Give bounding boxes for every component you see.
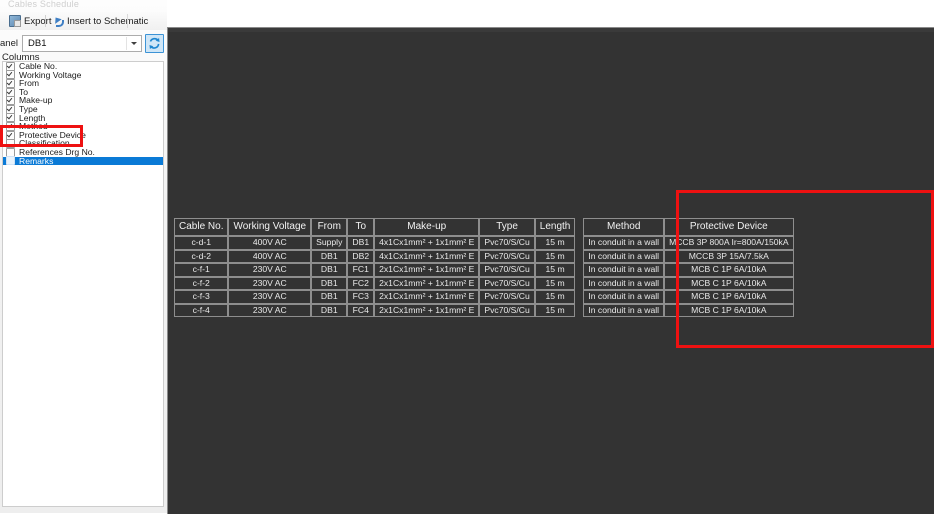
panel-selector-row: anel DB1: [0, 34, 167, 53]
table-cell: 230V AC: [228, 290, 312, 304]
table-gap-cell: [575, 250, 583, 264]
table-gap-column: [575, 218, 583, 236]
table-cell: 4x1Cx1mm² + 1x1mm² E: [374, 236, 480, 250]
table-cell: c-f-2: [174, 276, 229, 290]
chevron-down-icon[interactable]: [126, 37, 141, 50]
table-cell: FC3: [347, 290, 375, 304]
table-cell: Pvc70/S/Cu: [479, 303, 535, 317]
table-cell: 4x1Cx1mm² + 1x1mm² E: [374, 249, 480, 263]
toolbar: Export Insert to Schematic: [0, 12, 167, 30]
window-title: Cables Schedule: [8, 0, 80, 9]
table-cell: Pvc70/S/Cu: [479, 290, 535, 304]
table-cell: 230V AC: [228, 263, 312, 277]
table-cell: 15 m: [534, 236, 576, 250]
table-column-header: Type: [479, 218, 535, 236]
refresh-button[interactable]: [145, 34, 164, 53]
table-column-header: Length: [534, 218, 576, 236]
table-cell: 2x1Cx1mm² + 1x1mm² E: [374, 303, 480, 317]
table-cell: In conduit in a wall: [583, 263, 665, 277]
table-cell: c-f-1: [174, 263, 229, 277]
table-cell: 15 m: [534, 249, 576, 263]
export-icon: [9, 15, 21, 27]
table-cell: FC2: [347, 276, 375, 290]
table-cell: Supply: [311, 236, 348, 250]
table-cell: DB1: [311, 249, 348, 263]
column-checkbox[interactable]: [6, 156, 15, 166]
table-cell: c-d-2: [174, 249, 229, 263]
table-cell: DB1: [311, 303, 348, 317]
table-cell: 2x1Cx1mm² + 1x1mm² E: [374, 290, 480, 304]
export-button-label: Export: [24, 15, 52, 27]
insert-arrow-icon: [53, 16, 64, 27]
panel-selector-label: anel: [0, 38, 18, 49]
toolbar-separator: [45, 15, 46, 27]
panel-select[interactable]: DB1: [22, 35, 142, 52]
table-cell: Pvc70/S/Cu: [479, 276, 535, 290]
table-cell: Pvc70/S/Cu: [479, 236, 535, 250]
table-gap-cell: [575, 263, 583, 277]
table-cell: 15 m: [534, 276, 576, 290]
table-cell: FC1: [347, 263, 375, 277]
table-cell: DB1: [311, 290, 348, 304]
table-cell: DB1: [347, 236, 375, 250]
refresh-icon: [149, 37, 160, 50]
insert-to-schematic-label: Insert to Schematic: [67, 15, 149, 27]
table-cell: 400V AC: [228, 249, 312, 263]
table-cell: 2x1Cx1mm² + 1x1mm² E: [374, 263, 480, 277]
table-cell: 230V AC: [228, 276, 312, 290]
column-checkbox[interactable]: [6, 78, 15, 88]
table-cell: In conduit in a wall: [583, 276, 665, 290]
table-column-header: Working Voltage: [228, 218, 312, 236]
column-list-item[interactable]: Remarks: [3, 155, 163, 166]
toolbar-end-divider: [127, 14, 128, 28]
table-column-header: To: [347, 218, 375, 236]
export-button[interactable]: Export: [5, 13, 55, 29]
table-cell: In conduit in a wall: [583, 303, 665, 317]
table-gap-cell: [575, 290, 583, 304]
red-highlight-table-columns: [676, 190, 934, 348]
table-cell: c-f-3: [174, 290, 229, 304]
table-cell: In conduit in a wall: [583, 290, 665, 304]
table-cell: 15 m: [534, 303, 576, 317]
column-item-label: Remarks: [19, 155, 54, 166]
canvas-top-strip: [168, 28, 934, 32]
table-column-header: From: [311, 218, 348, 236]
table-column-header: Cable No.: [174, 218, 229, 236]
table-cell: FC4: [347, 303, 375, 317]
table-cell: Pvc70/S/Cu: [479, 263, 535, 277]
table-gap-cell: [575, 236, 583, 250]
table-gap-cell: [575, 304, 583, 318]
table-cell: 230V AC: [228, 303, 312, 317]
table-cell: c-d-1: [174, 236, 229, 250]
column-checkbox[interactable]: [6, 96, 15, 106]
insert-to-schematic-button[interactable]: Insert to Schematic: [49, 13, 152, 29]
table-column-header: Make-up: [374, 218, 480, 236]
table-cell: 400V AC: [228, 236, 312, 250]
table-cell: DB2: [347, 249, 375, 263]
table-gap-cell: [575, 277, 583, 291]
table-cell: DB1: [311, 263, 348, 277]
table-cell: DB1: [311, 276, 348, 290]
table-column-header: Method: [583, 218, 665, 236]
table-cell: c-f-4: [174, 303, 229, 317]
table-cell: In conduit in a wall: [583, 236, 665, 250]
table-cell: 15 m: [534, 290, 576, 304]
red-highlight-sidebar: [0, 125, 83, 147]
table-cell: 15 m: [534, 263, 576, 277]
table-cell: Pvc70/S/Cu: [479, 249, 535, 263]
left-panel: Cables Schedule Export Insert to Schemat…: [0, 0, 167, 513]
table-cell: In conduit in a wall: [583, 249, 665, 263]
panel-select-value: DB1: [28, 38, 47, 49]
table-cell: 2x1Cx1mm² + 1x1mm² E: [374, 276, 480, 290]
